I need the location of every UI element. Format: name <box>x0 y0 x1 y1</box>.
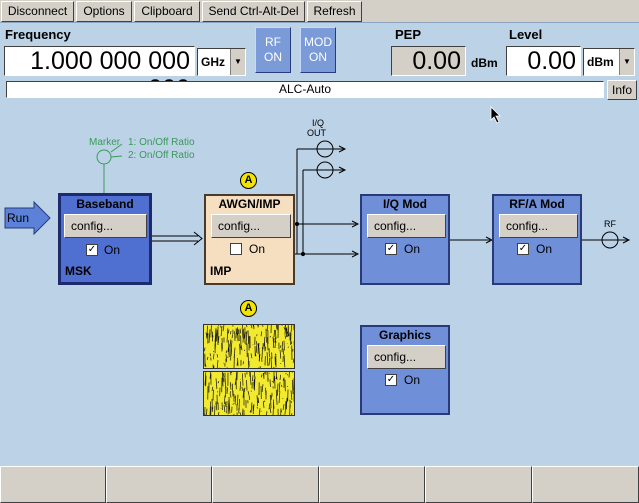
rfmod-on-label: On <box>536 242 553 256</box>
rfmod-on-checkbox[interactable]: ✓ <box>517 243 529 255</box>
softkey-4[interactable] <box>319 466 425 503</box>
rf-out-label: RF <box>604 219 616 229</box>
iqmod-config-button[interactable]: config... <box>367 214 446 238</box>
softkey-5[interactable] <box>425 466 532 503</box>
iq-out-label-line2: OUT <box>307 128 326 138</box>
iq-out-connectors <box>316 140 347 179</box>
softkey-3[interactable] <box>212 466 319 503</box>
awgn-to-iqmod-wire <box>294 148 360 258</box>
baseband-sub-label: MSK <box>65 264 92 278</box>
graphics-config-button[interactable]: config... <box>367 345 446 369</box>
softkey-1[interactable] <box>0 466 106 503</box>
iqmod-on-label: On <box>404 242 421 256</box>
scope-preview-i[interactable] <box>203 324 295 369</box>
baseband-on-label: On <box>104 243 121 257</box>
iq-out-label-line1: I/Q <box>312 118 325 128</box>
awgn-on-label: On <box>249 242 266 256</box>
baseband-on-checkbox[interactable]: ✓ <box>86 244 98 256</box>
iq-mod-block[interactable]: I/Q Mod config... ✓ On <box>360 194 450 285</box>
marker-line1: 1: On/Off Ratio <box>128 137 195 148</box>
graphics-block[interactable]: Graphics config... ✓ On <box>360 325 450 415</box>
run-label[interactable]: Run <box>7 211 29 225</box>
marker-connector <box>96 143 123 194</box>
baseband-block[interactable]: Baseband config... ✓ On MSK <box>58 193 152 285</box>
scope-preview-q[interactable] <box>203 371 295 416</box>
marker-title: Marker <box>89 137 121 148</box>
mouse-cursor-icon <box>490 106 501 124</box>
iqmod-on-checkbox[interactable]: ✓ <box>385 243 397 255</box>
awgn-on-checkbox[interactable] <box>230 243 242 255</box>
baseband-config-button[interactable]: config... <box>64 214 147 238</box>
iqmod-title: I/Q Mod <box>383 197 427 211</box>
softkey-6[interactable] <box>532 466 639 503</box>
graphics-on-checkbox[interactable]: ✓ <box>385 374 397 386</box>
marker-line2: 2: On/Off Ratio <box>128 150 195 161</box>
badge-a-graph: A <box>240 300 257 317</box>
rf-out-connector <box>582 231 631 249</box>
softkey-2[interactable] <box>106 466 212 503</box>
rf-a-mod-block[interactable]: RF/A Mod config... ✓ On <box>492 194 582 285</box>
graphics-title: Graphics <box>378 328 432 342</box>
iqmod-to-rfmod-wire <box>450 236 494 244</box>
awgn-sub-label: IMP <box>210 264 232 278</box>
awgn-title: AWGN/IMP <box>218 197 281 211</box>
baseband-to-awgn-wire <box>152 231 203 246</box>
rfmod-config-button[interactable]: config... <box>499 214 578 238</box>
awgn-config-button[interactable]: config... <box>211 214 291 238</box>
rfmod-title: RF/A Mod <box>509 197 565 211</box>
softkey-bar <box>0 466 639 503</box>
badge-a-awgn: A <box>240 172 257 189</box>
baseband-title: Baseband <box>76 197 134 211</box>
awgn-imp-block[interactable]: AWGN/IMP config... On IMP <box>204 194 295 285</box>
graphics-on-label: On <box>404 373 421 387</box>
